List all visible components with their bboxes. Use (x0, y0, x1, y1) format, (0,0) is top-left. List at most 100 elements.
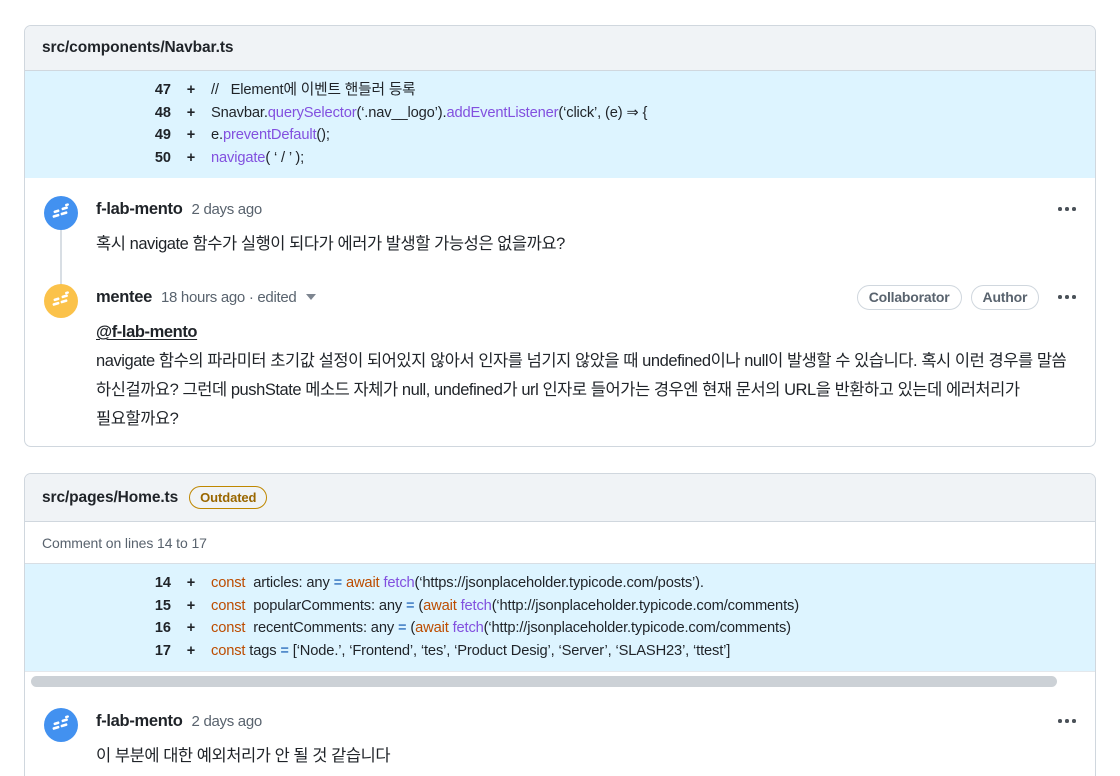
card-header: src/components/Navbar.ts (25, 26, 1095, 71)
code-token: const (211, 643, 245, 659)
diff-line-code: const tags = [‘Node.’, ‘Frontend’, ‘tes’… (211, 640, 730, 663)
file-path-label[interactable]: src/components/Navbar.ts (42, 39, 233, 57)
review-card: src/pages/Home.ts Outdated Comment on line… (24, 473, 1096, 776)
code-token: await (423, 598, 457, 614)
avatar-column (44, 708, 96, 771)
comment-text: 혹시 navigate 함수가 실행이 되다가 에러가 발생할 가능성은 없을까… (96, 230, 1078, 259)
diff-line-sign: + (171, 102, 211, 125)
diff-line-number: 48 (25, 102, 171, 125)
avatar[interactable] (44, 196, 78, 230)
kebab-menu-icon[interactable] (1048, 291, 1078, 303)
diff-line-number: 49 (25, 124, 171, 147)
diff-line-number: 14 (25, 572, 171, 595)
code-token: (‘click’, (e) ⇒ { (558, 105, 647, 121)
review-cards-container: src/components/Navbar.ts47+// Element에 이… (24, 25, 1096, 776)
diff-line: 48+Snavbar.querySelector(‘.nav__logo’).a… (25, 102, 1095, 125)
comment-thread: f-lab-mento 2 days ago 이 부분에 대한 예외처리가 안 될 … (25, 690, 1095, 776)
code-token: (‘https://jsonplaceholder.typicode.com/p… (415, 575, 704, 591)
code-token: // Element에 이벤트 핸들러 등록 (211, 82, 416, 98)
code-token: (‘.nav__logo’). (356, 105, 446, 121)
kebab-dot (1072, 207, 1076, 211)
comment-header: f-lab-mento2 days ago (96, 196, 1078, 222)
avatar-column (44, 196, 96, 259)
chevron-down-icon[interactable] (306, 294, 316, 300)
diff-line-number: 15 (25, 595, 171, 618)
code-token: ( (406, 620, 415, 636)
code-token: navigate (211, 150, 265, 166)
diff-line: 47+// Element에 이벤트 핸들러 등록 (25, 79, 1095, 102)
comment-paragraph: 이 부분에 대한 예외처리가 안 될 것 같습니다 (96, 742, 1078, 771)
avatar-column (44, 284, 96, 434)
comment-thread: f-lab-mento2 days ago 혹시 navigate 함수가 실행이… (25, 178, 1095, 446)
kebab-dot (1058, 719, 1062, 723)
diff-line-sign: + (171, 640, 211, 663)
kebab-dot (1058, 295, 1062, 299)
code-token: addEventListener (446, 105, 558, 121)
code-token: (‘http://jsonplaceholder.typicode.com/co… (492, 598, 799, 614)
comment-author[interactable]: f-lab-mento (96, 712, 183, 731)
diff-line: 50+navigate( ‘ / ’ ); (25, 147, 1095, 170)
code-token: const (211, 620, 245, 636)
code-token: Snavbar. (211, 105, 268, 121)
outdated-badge: Outdated (189, 486, 267, 509)
diff-line-sign: + (171, 617, 211, 640)
code-token: tags (245, 643, 280, 659)
diff-line-code: const recentComments: any = (await fetch… (211, 617, 791, 640)
kebab-menu-icon[interactable] (1048, 715, 1078, 727)
role-badge-author: Author (971, 285, 1040, 310)
comment: f-lab-mento2 days ago 혹시 navigate 함수가 실행이… (25, 178, 1095, 267)
kebab-menu-icon[interactable] (1048, 203, 1078, 215)
comment: mentee18 hours ago · editedCollaboratorA… (25, 267, 1095, 442)
comment-body: f-lab-mento 2 days ago 이 부분에 대한 예외처리가 안 될 … (96, 708, 1078, 771)
diff-line: 49+e.preventDefault(); (25, 124, 1095, 147)
comment-body: mentee18 hours ago · editedCollaboratorA… (96, 284, 1078, 434)
diff-code-block[interactable]: 14+const articles: any = await fetch(‘ht… (25, 564, 1095, 671)
diff-line-code: e.preventDefault(); (211, 124, 330, 147)
avatar[interactable] (44, 284, 78, 318)
kebab-dot (1065, 207, 1069, 211)
kebab-dot (1065, 719, 1069, 723)
code-token: fetch (461, 598, 492, 614)
kebab-dot (1058, 207, 1062, 211)
diff-code-block[interactable]: 47+// Element에 이벤트 핸들러 등록48+Snavbar.quer… (25, 71, 1095, 178)
code-token: = (280, 643, 288, 659)
comment-author[interactable]: f-lab-mento (96, 200, 183, 219)
diff-line-code: // Element에 이벤트 핸들러 등록 (211, 79, 416, 102)
scrollbar-thumb[interactable] (31, 676, 1057, 687)
diff-line: 15+const popularComments: any = (await f… (25, 595, 1095, 618)
diff-line-number: 50 (25, 147, 171, 170)
card-header: src/pages/Home.ts Outdated (25, 474, 1095, 522)
diff-line-number: 47 (25, 79, 171, 102)
diff-line-sign: + (171, 147, 211, 170)
code-token: preventDefault (223, 127, 316, 143)
comment: f-lab-mento 2 days ago 이 부분에 대한 예외처리가 안 될 … (25, 690, 1095, 776)
diff-line-number: 17 (25, 640, 171, 663)
diff-line-sign: + (171, 572, 211, 595)
user-mention-link[interactable]: @f-lab-mento (96, 318, 1078, 347)
comment-author[interactable]: mentee (96, 288, 152, 307)
diff-line-code: const popularComments: any = (await fetc… (211, 595, 799, 618)
code-token: querySelector (268, 105, 357, 121)
diff-line-code: Snavbar.querySelector(‘.nav__logo’).addE… (211, 102, 647, 125)
code-token: await (415, 620, 449, 636)
code-token: ( (414, 598, 423, 614)
code-token: e. (211, 127, 223, 143)
kebab-dot (1072, 719, 1076, 723)
role-badge-collaborator: Collaborator (857, 285, 962, 310)
comment-timestamp: 2 days ago (192, 713, 262, 730)
diff-line-code: navigate( ‘ / ’ ); (211, 147, 304, 170)
kebab-dot (1072, 295, 1076, 299)
file-path-label[interactable]: src/pages/Home.ts (42, 489, 178, 507)
comment-on-lines-label: Comment on lines 14 to 17 (25, 522, 1095, 564)
diff-line-sign: + (171, 595, 211, 618)
kebab-dot (1065, 295, 1069, 299)
code-token: [‘Node.’, ‘Frontend’, ‘tes’, ‘Product De… (289, 643, 730, 659)
horizontal-scrollbar[interactable] (25, 671, 1095, 690)
comment-text: @f-lab-mentonavigate 함수의 파라미터 초기값 설정이 되어… (96, 318, 1078, 434)
comment-header: mentee18 hours ago · editedCollaboratorA… (96, 284, 1078, 310)
comment-text: 이 부분에 대한 예외처리가 안 될 것 같습니다 (96, 742, 1078, 771)
avatar[interactable] (44, 708, 78, 742)
comment-paragraph: navigate 함수의 파라미터 초기값 설정이 되어있지 않아서 인자를 넘… (96, 347, 1078, 434)
diff-line: 17+const tags = [‘Node.’, ‘Frontend’, ‘t… (25, 640, 1095, 663)
code-token: const (211, 598, 245, 614)
